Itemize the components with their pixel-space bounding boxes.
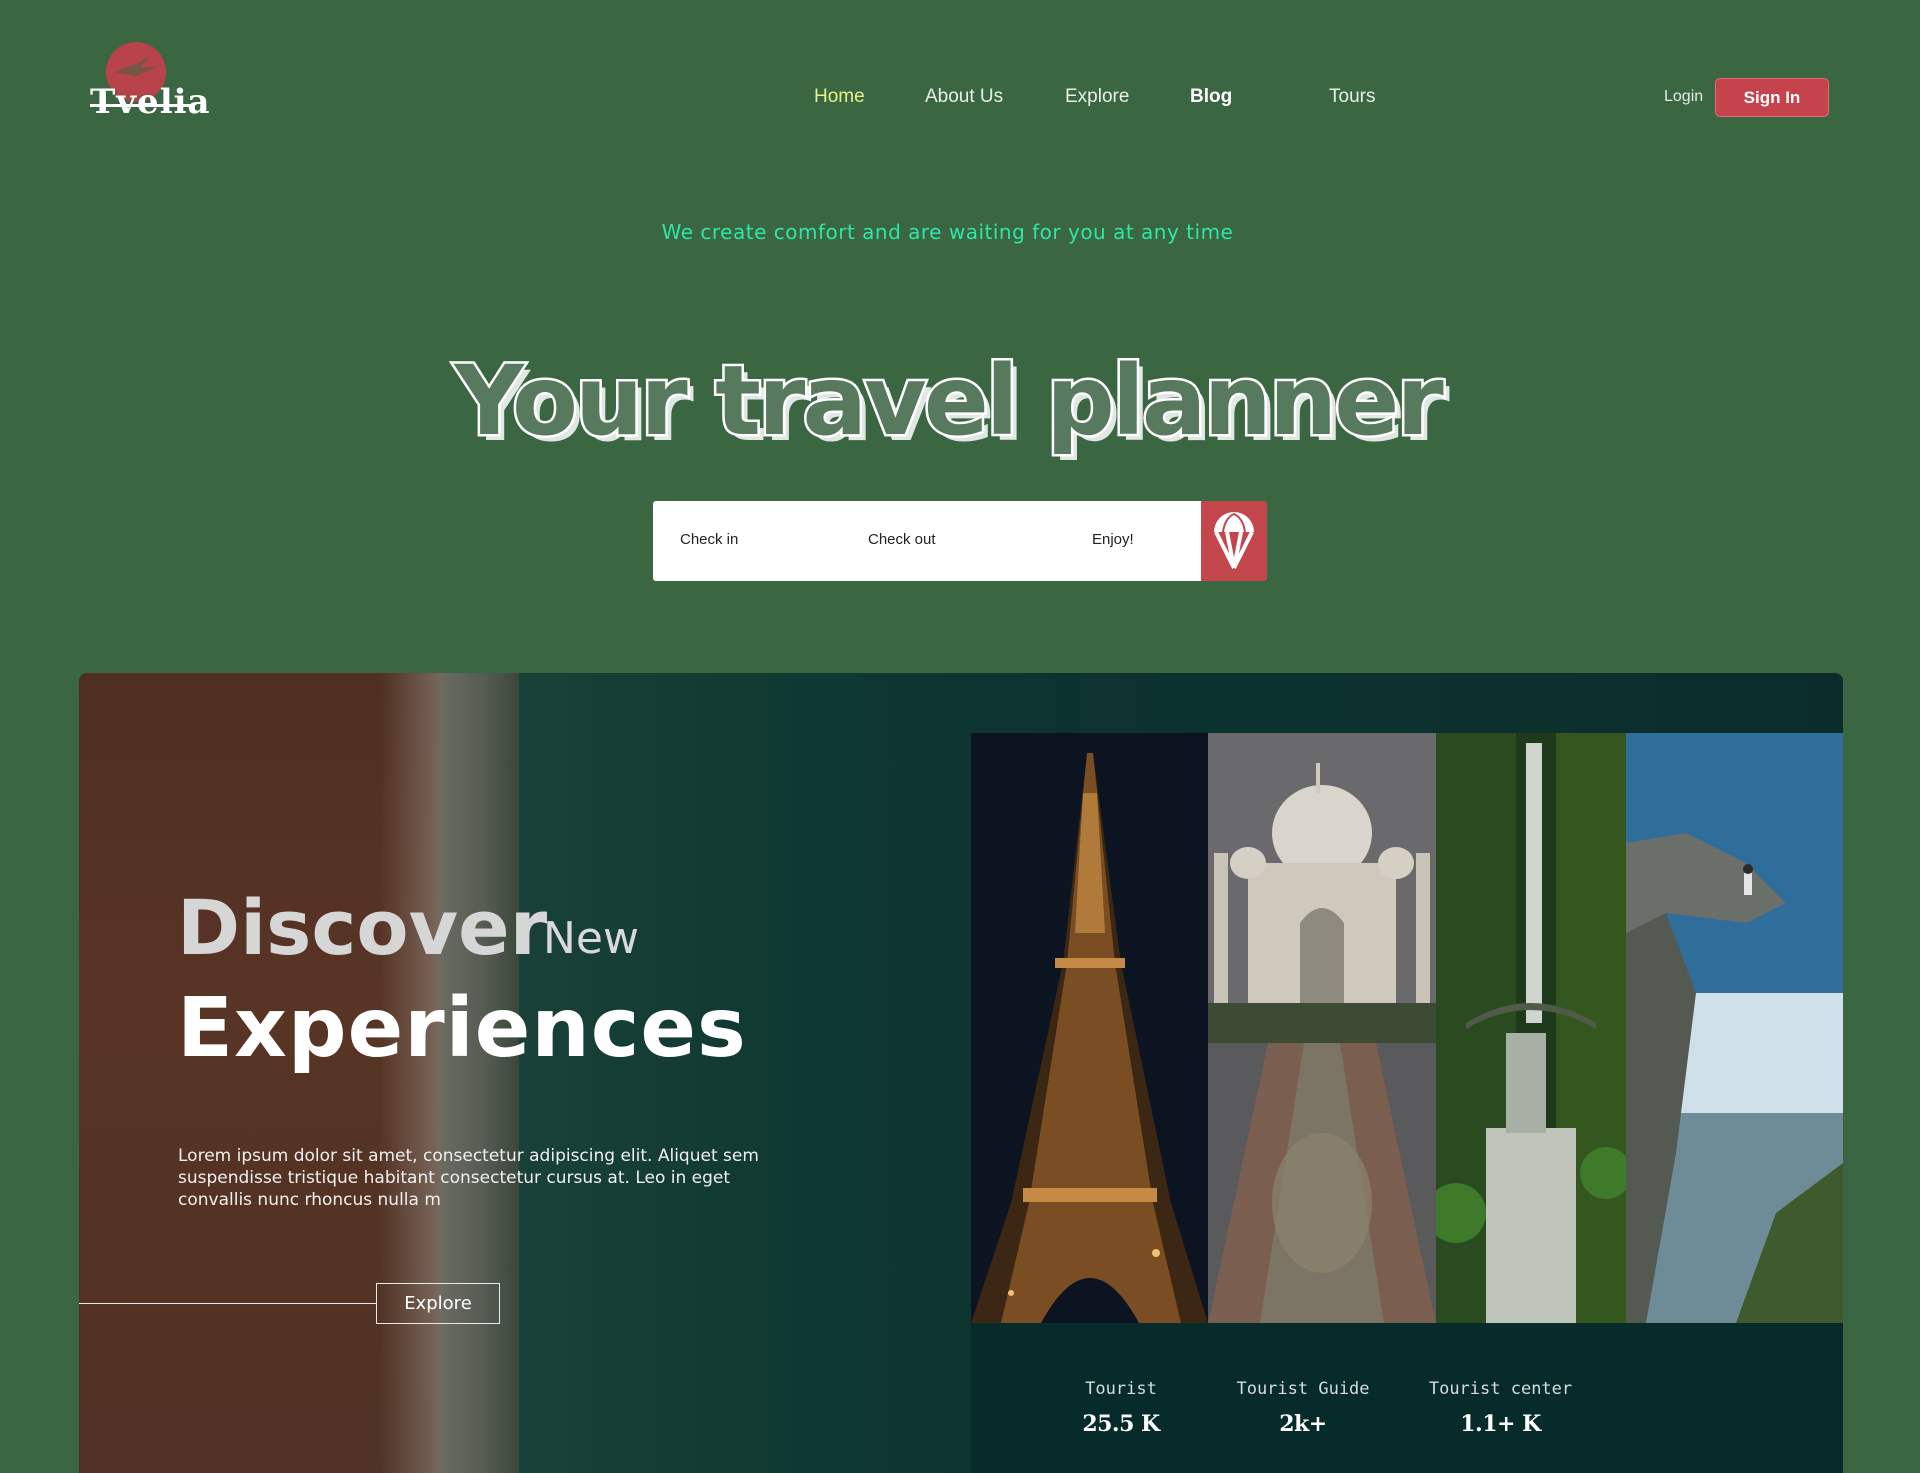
new-heading: New bbox=[543, 913, 639, 964]
stats-panel: Tourist 25.5 K Tourist Guide 2k+ Tourist… bbox=[971, 1323, 1843, 1473]
stat-value: 1.1+ K bbox=[1460, 1411, 1541, 1437]
search-button[interactable] bbox=[1201, 501, 1267, 581]
destination-gallery bbox=[971, 733, 1843, 1323]
nav-blog[interactable]: Blog bbox=[1190, 86, 1232, 108]
stat-tourist-center: Tourist center 1.1+ K bbox=[1423, 1379, 1578, 1437]
waterfall-photo[interactable] bbox=[1436, 733, 1626, 1323]
stat-value: 25.5 K bbox=[1082, 1411, 1160, 1437]
stat-label: Tourist bbox=[1085, 1379, 1157, 1399]
check-out-field[interactable]: Check out bbox=[868, 531, 936, 548]
enjoy-field[interactable]: Enjoy! bbox=[1092, 531, 1134, 548]
taj-mahal-photo[interactable] bbox=[1208, 733, 1436, 1323]
parachute-icon bbox=[1214, 512, 1254, 569]
sign-in-button[interactable]: Sign In bbox=[1715, 78, 1829, 117]
hero-tagline: We create comfort and are waiting for yo… bbox=[661, 220, 1234, 244]
nav-about-us[interactable]: About Us bbox=[925, 86, 1003, 108]
explore-button[interactable]: Explore bbox=[376, 1283, 500, 1324]
login-link[interactable]: Login bbox=[1664, 88, 1703, 106]
feature-description: Lorem ipsum dolor sit amet, consectetur … bbox=[178, 1146, 759, 1210]
stat-tourist-guide: Tourist Guide 2k+ bbox=[1233, 1379, 1373, 1437]
stat-tourist: Tourist 25.5 K bbox=[1081, 1379, 1161, 1437]
stat-label: Tourist Guide bbox=[1236, 1379, 1370, 1399]
experiences-heading: Experiences bbox=[177, 981, 747, 1076]
check-in-field[interactable]: Check in bbox=[680, 531, 738, 548]
main-nav: Home About Us Explore Blog Tours bbox=[0, 86, 1920, 110]
stat-value: 2k+ bbox=[1279, 1411, 1327, 1437]
stat-label: Tourist center bbox=[1428, 1379, 1573, 1399]
nav-home[interactable]: Home bbox=[814, 86, 865, 108]
nav-tours[interactable]: Tours bbox=[1329, 86, 1375, 108]
eiffel-tower-photo[interactable] bbox=[971, 733, 1208, 1323]
discover-section: Discover New Experiences Lorem ipsum dol… bbox=[79, 673, 1843, 1473]
discover-heading: Discover bbox=[177, 883, 548, 972]
brand-logo[interactable]: Tvelia bbox=[90, 40, 210, 130]
cliff-hiker-photo[interactable] bbox=[1626, 733, 1843, 1323]
hero-headline: Your travel planner bbox=[452, 343, 1446, 460]
explore-divider bbox=[79, 1303, 377, 1304]
booking-search-bar: Check in Check out Enjoy! bbox=[653, 501, 1201, 581]
nav-explore[interactable]: Explore bbox=[1065, 86, 1129, 108]
